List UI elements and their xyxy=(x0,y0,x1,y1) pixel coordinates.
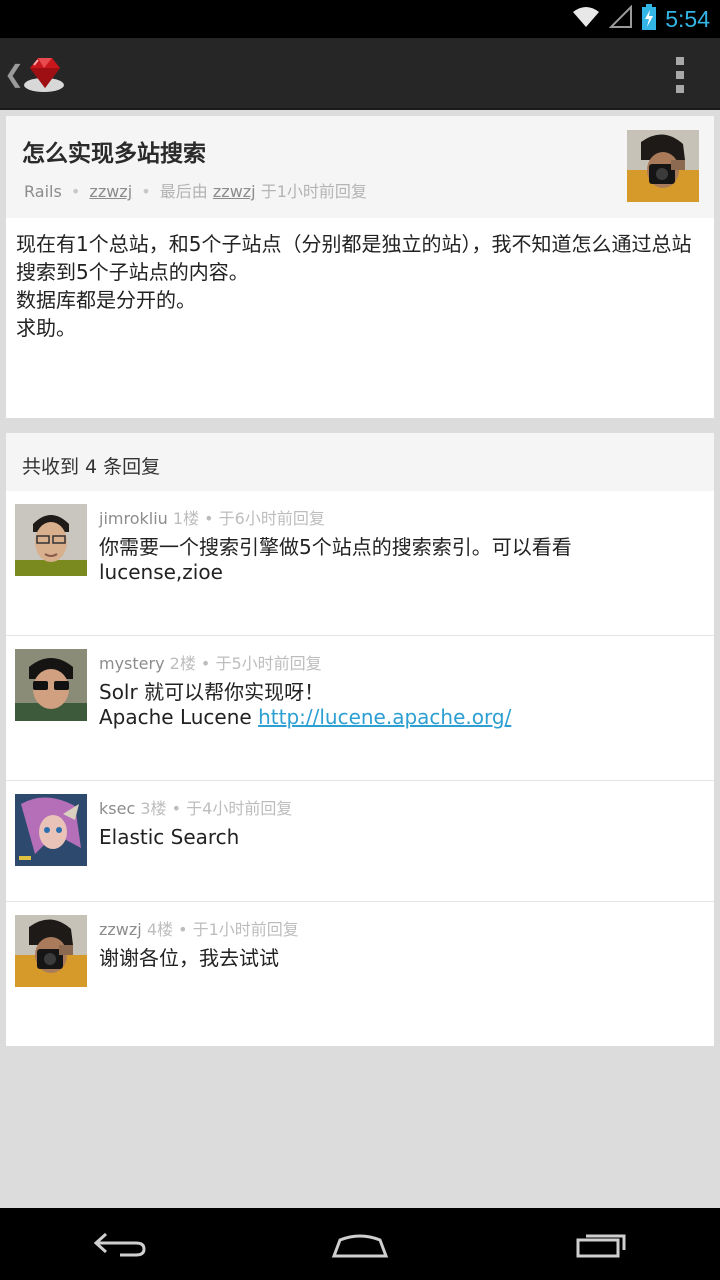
reply-floor-time: 2楼 • 于5小时前回复 xyxy=(169,654,322,673)
reply-user[interactable]: zzwzj xyxy=(99,920,142,939)
back-icon[interactable] xyxy=(90,1226,150,1262)
reply-floor-time: 3楼 • 于4小时前回复 xyxy=(140,799,293,818)
reply-meta: ksec 3楼 • 于4小时前回复 xyxy=(99,795,292,819)
avatar[interactable] xyxy=(15,794,87,866)
topic-title: 怎么实现多站搜索 xyxy=(22,141,206,167)
recent-apps-icon[interactable] xyxy=(570,1226,630,1262)
last-reply-label: 最后由 xyxy=(159,182,208,201)
reply-body: 你需要一个搜索引擎做5个站点的搜索索引。可以看看lucense,zioe xyxy=(99,535,572,584)
reply-body-text: Apache Lucene xyxy=(99,705,259,729)
topic-node[interactable]: Rails xyxy=(24,182,62,201)
last-replier-link[interactable]: zzwzj xyxy=(213,182,256,201)
reply-body-line: Solr 就可以帮你实现呀！ xyxy=(99,680,325,704)
topic-meta: Rails • zzwzj • 最后由 zzwzj 于1小时前回复 xyxy=(24,178,367,202)
reply-meta: zzwzj 4楼 • 于1小时前回复 xyxy=(99,916,299,940)
action-bar: ❮ xyxy=(0,38,720,110)
topic-body-line: 现在有1个总站，和5个子站点（分别都是独立的站），我不知道怎么通过总站搜索到5个… xyxy=(16,232,692,284)
home-icon[interactable] xyxy=(330,1226,390,1262)
ruby-gem-logo[interactable] xyxy=(22,52,66,94)
reply-body: Solr 就可以帮你实现呀！ Apache Lucene http://luce… xyxy=(99,680,599,730)
avatar[interactable] xyxy=(15,649,87,721)
battery-charging-icon xyxy=(641,4,657,34)
reply-link[interactable]: http://lucene.apache.org/ xyxy=(258,705,511,729)
reply-item[interactable]: jimrokliu 1楼 • 于6小时前回复 你需要一个搜索引擎做5个站点的搜索… xyxy=(6,491,714,636)
topic-header: 怎么实现多站搜索 Rails • zzwzj • 最后由 zzwzj 于1小时前… xyxy=(6,116,714,218)
reply-user[interactable]: jimrokliu xyxy=(99,509,168,528)
meta-separator: • xyxy=(141,182,151,201)
reply-user[interactable]: ksec xyxy=(99,799,135,818)
status-bar: 5:54 xyxy=(0,0,720,38)
wifi-icon xyxy=(571,5,601,33)
clock: 5:54 xyxy=(665,5,710,32)
avatar[interactable] xyxy=(627,130,699,202)
replies-card: 共收到 4 条回复 jimrokliu 1楼 • 于6小时前回复 你需要一个搜索… xyxy=(6,433,714,1046)
reply-item[interactable]: mystery 2楼 • 于5小时前回复 Solr 就可以帮你实现呀！ Apac… xyxy=(6,636,714,781)
reply-item[interactable]: zzwzj 4楼 • 于1小时前回复 谢谢各位，我去试试 xyxy=(6,902,714,1046)
reply-floor-time: 1楼 • 于6小时前回复 xyxy=(172,509,325,528)
meta-separator: • xyxy=(70,182,81,201)
topic-card: 怎么实现多站搜索 Rails • zzwzj • 最后由 zzwzj 于1小时前… xyxy=(6,116,714,418)
last-reply-time: 于1小时前回复 xyxy=(260,182,367,201)
topic-body: 现在有1个总站，和5个子站点（分别都是独立的站），我不知道怎么通过总站搜索到5个… xyxy=(16,230,706,342)
topic-author-link[interactable]: zzwzj xyxy=(89,182,132,201)
avatar[interactable] xyxy=(15,504,87,576)
topic-body-line: 数据库都是分开的。 xyxy=(16,288,196,312)
reply-body: 谢谢各位，我去试试 xyxy=(99,946,279,970)
topic-body-line: 求助。 xyxy=(16,316,76,340)
avatar[interactable] xyxy=(15,915,87,987)
reply-body-line: Apache Lucene http://lucene.apache.org/ xyxy=(99,705,599,730)
replies-count: 共收到 4 条回复 xyxy=(22,456,161,478)
reply-meta: jimrokliu 1楼 • 于6小时前回复 xyxy=(99,505,325,529)
reply-item[interactable]: ksec 3楼 • 于4小时前回复 Elastic Search xyxy=(6,781,714,902)
overflow-menu-icon[interactable] xyxy=(670,57,690,93)
replies-header: 共收到 4 条回复 xyxy=(6,433,714,491)
reply-body: Elastic Search xyxy=(99,825,240,849)
navigation-bar xyxy=(0,1208,720,1280)
reply-user[interactable]: mystery xyxy=(99,654,165,673)
reply-floor-time: 4楼 • 于1小时前回复 xyxy=(146,920,299,939)
status-icons: 5:54 xyxy=(571,4,710,34)
reply-meta: mystery 2楼 • 于5小时前回复 xyxy=(99,650,322,674)
cellular-signal-icon xyxy=(608,4,633,33)
